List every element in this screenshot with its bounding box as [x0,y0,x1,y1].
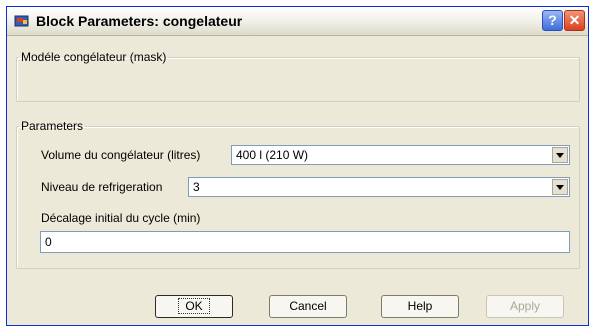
niveau-select[interactable]: 3 [188,177,570,197]
window-title: Block Parameters: congelateur [36,13,243,29]
apply-button-label: Apply [509,299,541,313]
decalage-label: Décalage initial du cycle (min) [41,211,201,225]
mask-legend: Modéle congélateur (mask) [21,50,167,64]
ok-button-label: OK [178,298,210,314]
apply-button: Apply [486,295,564,318]
decalage-input[interactable]: 0 [40,231,570,253]
volume-dropdown-button[interactable] [552,147,568,163]
cancel-button[interactable]: Cancel [269,295,347,318]
chevron-down-icon [556,153,564,158]
mask-description-group: Modéle congélateur (mask) [16,50,580,102]
close-icon: ✕ [568,12,581,28]
parameters-legend: Parameters [21,119,84,133]
chevron-down-icon [556,185,564,190]
close-button[interactable]: ✕ [564,10,585,31]
title-bar[interactable]: Block Parameters: congelateur ? ✕ [7,7,588,36]
ok-button[interactable]: OK [155,295,233,318]
volume-select-value: 400 l (210 W) [236,148,309,162]
niveau-select-value: 3 [193,180,200,194]
help-button[interactable]: Help [381,295,459,318]
simulink-block-icon [14,15,29,27]
volume-label: Volume du congélateur (litres) [41,148,201,162]
question-icon: ? [548,12,557,28]
cancel-button-label: Cancel [289,299,327,313]
niveau-dropdown-button[interactable] [552,179,568,195]
volume-select[interactable]: 400 l (210 W) [231,145,570,165]
niveau-label: Niveau de refrigeration [41,180,163,194]
block-parameters-dialog: Block Parameters: congelateur ? ✕ Modéle… [6,6,589,326]
help-button-label: Help [407,299,433,313]
help-title-button[interactable]: ? [542,10,563,31]
